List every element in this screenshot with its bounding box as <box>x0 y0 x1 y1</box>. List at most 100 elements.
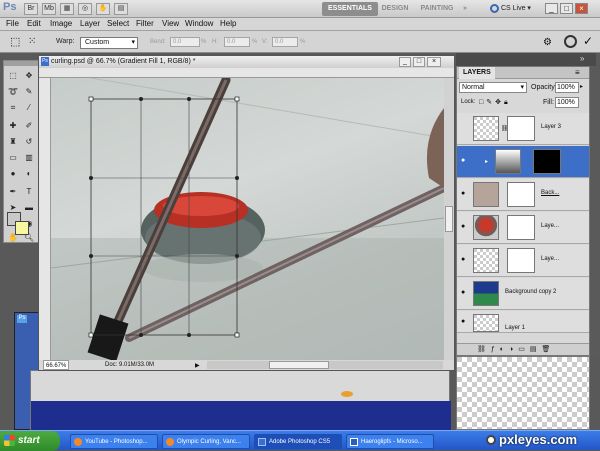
move-tool-icon[interactable]: ✥ <box>22 69 36 83</box>
cancel-transform-icon[interactable] <box>564 35 577 48</box>
eye-icon[interactable]: ● <box>461 190 469 197</box>
vertical-scrollbar[interactable] <box>444 78 454 360</box>
layer-row[interactable]: ● Layer 1 <box>457 311 589 333</box>
doc-close-button[interactable]: × <box>427 57 441 67</box>
menu-filter[interactable]: Filter <box>136 19 154 28</box>
layers-footer-toolbar[interactable]: ⛓ƒ◐◑▭▤🗑︎ <box>457 343 589 355</box>
vertical-scroll-thumb[interactable] <box>445 206 453 232</box>
eye-icon[interactable]: ● <box>461 157 469 164</box>
fill-label: Fill: <box>543 99 554 106</box>
layer-row[interactable]: ● Laye... <box>457 245 589 277</box>
opacity-field[interactable]: 100% <box>555 82 579 93</box>
menu-file[interactable]: File <box>6 19 19 28</box>
healing-brush-tool-icon[interactable]: ✚ <box>6 119 20 133</box>
minibridge-icon[interactable]: Mb <box>42 3 56 15</box>
status-menu-arrow-icon[interactable]: ▶ <box>195 361 200 371</box>
collapse-panels-icon[interactable]: » <box>580 54 584 63</box>
cs-live-button[interactable]: CS Live ▾ <box>490 2 538 16</box>
image-canvas[interactable] <box>51 78 444 360</box>
menu-window[interactable]: Window <box>185 19 213 28</box>
brush-tool-icon[interactable]: ✐ <box>22 119 36 133</box>
workspace-painting[interactable]: PAINTING <box>417 2 457 16</box>
dodge-tool-icon[interactable]: ◐ <box>22 167 36 181</box>
taskbar-item-label: Haeroglipfs - Microso... <box>361 439 423 445</box>
eraser-tool-icon[interactable]: ▭ <box>6 151 20 165</box>
tools-panel-header[interactable] <box>4 61 38 66</box>
commit-transform-icon[interactable]: ✓ <box>583 34 593 48</box>
zoom-level-icon[interactable]: ◎ <box>78 3 92 15</box>
menu-select[interactable]: Select <box>107 19 129 28</box>
eye-icon[interactable]: ● <box>461 289 469 296</box>
minimize-button[interactable]: _ <box>545 3 558 14</box>
menu-image[interactable]: Image <box>50 19 72 28</box>
layer-row[interactable]: ● Back... <box>457 179 589 211</box>
layer-row[interactable]: ⛓ Layer 3 <box>457 113 589 145</box>
taskbar-item-word[interactable]: Haeroglipfs - Microso... <box>346 434 434 449</box>
taskbar-item-photoshop[interactable]: Adobe Photoshop CS5 <box>254 434 342 449</box>
background-document[interactable] <box>30 370 451 431</box>
maximize-button[interactable]: □ <box>560 3 573 14</box>
opacity-arrow-icon[interactable]: ▸ <box>580 83 583 90</box>
transform-tool-icon[interactable]: ⬚ <box>10 36 24 48</box>
doc-maximize-button[interactable]: □ <box>413 57 425 67</box>
eye-icon[interactable]: ● <box>461 256 469 263</box>
bridge-icon[interactable]: Br <box>24 3 38 15</box>
gradient-tool-icon[interactable]: ▥ <box>22 151 36 165</box>
horizontal-scrollbar[interactable] <box>207 361 443 369</box>
menu-layer[interactable]: Layer <box>80 19 100 28</box>
lasso-tool-icon[interactable]: ➰ <box>6 85 20 99</box>
workspace-more-button[interactable]: » <box>460 2 470 16</box>
menu-help[interactable]: Help <box>220 19 236 28</box>
eye-icon[interactable]: ● <box>461 318 469 325</box>
blur-tool-icon[interactable]: ● <box>6 167 20 181</box>
start-button[interactable]: start <box>0 431 60 451</box>
history-brush-tool-icon[interactable]: ↺ <box>22 135 36 149</box>
v-field[interactable]: 0.0 <box>272 37 298 47</box>
horizontal-ruler[interactable] <box>39 68 454 78</box>
menu-edit[interactable]: Edit <box>27 19 41 28</box>
eye-icon[interactable]: ● <box>461 223 469 230</box>
pen-tool-icon[interactable]: ✒ <box>6 185 20 199</box>
fill-field[interactable]: 100% <box>555 97 579 108</box>
curling-photo <box>51 78 444 360</box>
panel-menu-icon[interactable]: ≡ <box>575 67 580 79</box>
workspace-essentials[interactable]: ESSENTIALS <box>322 2 378 16</box>
layer-row[interactable]: ● Laye... <box>457 212 589 244</box>
marquee-tool-icon[interactable]: ⬚ <box>6 69 20 83</box>
zoom-level-field[interactable]: 66.67% <box>43 360 69 370</box>
view-extras-icon[interactable]: ▦ <box>60 3 74 15</box>
doc-size-info[interactable]: Doc: 9.01M/33.0M <box>105 360 154 370</box>
warp-style-select[interactable]: Custom ▾ <box>80 37 138 49</box>
hand-icon[interactable]: ✋ <box>96 3 110 15</box>
panel-dock-header[interactable]: » <box>456 53 596 66</box>
layer-row[interactable]: ● Background copy 2 <box>457 278 589 310</box>
bend-field[interactable]: 0.0 <box>170 37 200 47</box>
taskbar-item-youtube[interactable]: YouTube - Photoshop... <box>70 434 158 449</box>
vertical-ruler[interactable] <box>39 78 51 360</box>
menu-view[interactable]: View <box>162 19 179 28</box>
eyedropper-tool-icon[interactable]: ⁄ <box>22 101 36 115</box>
document-titlebar[interactable]: Ps curling.psd @ 66.7% (Gradient Fill 1,… <box>39 56 454 68</box>
taskbar-item-olympic[interactable]: Olympic Curling, Vanc... <box>162 434 250 449</box>
arrange-documents-icon[interactable]: ▤ <box>114 3 128 15</box>
layer-row-selected[interactable]: ● ▸ <box>457 146 589 178</box>
tab-layers[interactable]: LAYERS <box>459 67 495 79</box>
layers-panel: LAYERS ≡ Normal ▾ Opacity: 100% ▸ Lock: … <box>456 66 590 356</box>
reference-point-icon[interactable]: ⁙ <box>28 36 42 48</box>
lock-icons[interactable]: □✎✥🔒︎ <box>479 98 511 107</box>
firefox-icon <box>74 438 82 446</box>
puppet-warp-icon[interactable]: ⚙ <box>543 36 557 49</box>
blend-mode-select[interactable]: Normal ▾ <box>459 82 527 93</box>
horizontal-scroll-thumb[interactable] <box>269 361 329 369</box>
clone-stamp-tool-icon[interactable]: ♜ <box>6 135 20 149</box>
workspace-design[interactable]: DESIGN <box>379 2 411 16</box>
doc-minimize-button[interactable]: _ <box>399 57 411 67</box>
background-color-swatch[interactable] <box>15 221 29 235</box>
quick-select-tool-icon[interactable]: ✎ <box>22 85 36 99</box>
taskbar-item-label: Adobe Photoshop CS5 <box>269 439 331 445</box>
type-tool-icon[interactable]: T <box>22 185 36 199</box>
close-button[interactable]: × <box>575 3 588 14</box>
crop-tool-icon[interactable]: ⌗ <box>6 101 20 115</box>
h-field[interactable]: 0.0 <box>224 37 250 47</box>
shape-tool-icon[interactable]: ▬ <box>22 201 36 215</box>
